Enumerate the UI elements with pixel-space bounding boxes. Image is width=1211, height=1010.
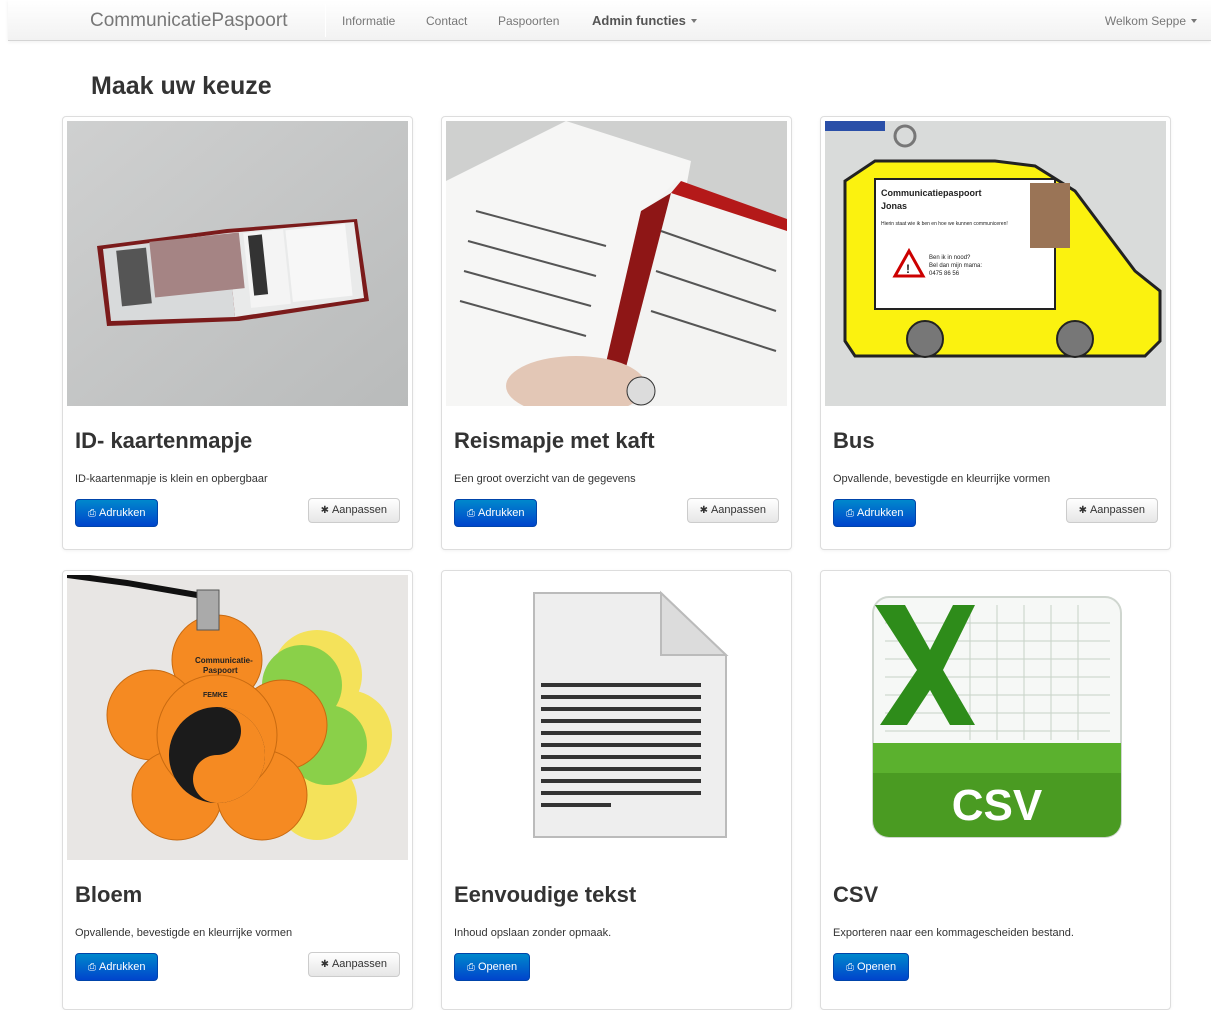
nav-divider [325,4,326,37]
open-label: Openen [478,961,518,973]
edit-button[interactable]: ✱ Aanpassen [1065,498,1158,523]
bus-text-line3: Hierin staat wie ik ben en hoe we kunnen… [881,221,1008,227]
card-image: Communicatiepaspoort Jonas Hierin staat … [825,121,1166,406]
card-bus: Communicatiepaspoort Jonas Hierin staat … [820,116,1171,550]
print-icon: ⎙ [88,962,96,973]
print-button[interactable]: ⎙ Adrukken [833,499,917,527]
chevron-down-icon [690,18,697,23]
bus-text-line6: 0475 86 56 [929,271,960,277]
card-description: Opvallende, bevestigde en kleurrijke vor… [833,473,1051,485]
card-title: Reismapje met kaft [454,428,655,453]
edit-label: Aanpassen [331,504,387,516]
print-icon: ⎙ [846,508,854,519]
nav-admin-label: Admin functies [592,13,686,28]
card-title: Eenvoudige tekst [454,882,637,907]
print-button[interactable]: ⎙ Adrukken [75,499,159,527]
edit-label: Aanpassen [331,958,387,970]
edit-label: Aanpassen [710,504,766,516]
gear-icon: ✱ [1078,505,1087,516]
welcome-label: Welkom Seppe [1104,14,1186,28]
card-image [446,121,787,406]
nav-contact[interactable]: Contact [426,14,467,28]
flower-text-line1: Communicatie- [195,656,253,665]
print-icon: ⎙ [467,962,475,973]
open-label: Openen [857,961,897,973]
card-image [67,121,408,406]
card-image: CSV [825,575,1166,860]
edit-button[interactable]: ✱ Aanpassen [307,498,400,523]
user-menu-dropdown[interactable]: Welkom Seppe [1105,14,1197,28]
card-description: Een groot overzicht van de gegevens [454,473,636,485]
card-description: Inhoud opslaan zonder opmaak. [454,927,612,939]
card-id-kaartenmapje: ID- kaartenmapje ID-kaartenmapje is klei… [62,116,413,550]
print-label: Adrukken [478,507,525,519]
gear-icon: ✱ [320,505,329,516]
card-image: Communicatie- Paspoort FEMKE [67,575,408,860]
card-bloem: Communicatie- Paspoort FEMKE Bloem Opval… [62,570,413,1010]
bus-text-line2: Jonas [881,201,907,211]
card-csv: CSV CSV Exporteren naar een kommageschei… [820,570,1171,1010]
card-title: Bloem [75,882,143,907]
edit-button[interactable]: ✱ Aanpassen [307,952,400,977]
page-title: Maak uw keuze [91,72,272,100]
open-button[interactable]: ⎙ Openen [833,953,910,981]
nav-admin-dropdown[interactable]: Admin functies [592,13,697,28]
card-description: ID-kaartenmapje is klein en opbergbaar [75,473,268,485]
print-icon: ⎙ [88,508,96,519]
brand-link[interactable]: CommunicatiePaspoort [90,10,287,32]
csv-label: CSV [952,781,1043,830]
card-image [446,575,787,860]
flower-text-line3: FEMKE [203,692,228,699]
card-description: Exporteren naar een kommagescheiden best… [833,927,1074,939]
open-button[interactable]: ⎙ Openen [454,953,531,981]
bus-text-line1: Communicatiepaspoort [881,188,982,198]
print-icon: ⎙ [467,508,475,519]
print-icon: ⎙ [846,962,854,973]
card-reismapje: Reismapje met kaft Een groot overzicht v… [441,116,792,550]
chevron-down-icon [1191,18,1197,23]
bus-text-line4: Ben ik in nood? [929,255,971,261]
nav-informatie[interactable]: Informatie [342,14,395,28]
print-label: Adrukken [99,961,146,973]
card-title: ID- kaartenmapje [75,428,253,453]
print-button[interactable]: ⎙ Adrukken [75,953,159,981]
edit-label: Aanpassen [1089,504,1145,516]
gear-icon: ✱ [699,505,708,516]
svg-text:!: ! [906,262,910,276]
print-button[interactable]: ⎙ Adrukken [454,499,538,527]
print-label: Adrukken [99,507,146,519]
gear-icon: ✱ [320,959,329,970]
nav-paspoorten[interactable]: Paspoorten [498,14,559,28]
card-title: Bus [833,428,875,453]
card-description: Opvallende, bevestigde en kleurrijke vor… [75,927,293,939]
card-eenvoudige-tekst: Eenvoudige tekst Inhoud opslaan zonder o… [441,570,792,1010]
bus-text-line5: Bel dan mijn mama: [929,263,982,269]
navbar: CommunicatiePaspoort Informatie Contact … [8,0,1211,41]
edit-button[interactable]: ✱ Aanpassen [686,498,779,523]
print-label: Adrukken [857,507,904,519]
card-title: CSV [833,882,879,907]
flower-text-line2: Paspoort [203,666,238,675]
